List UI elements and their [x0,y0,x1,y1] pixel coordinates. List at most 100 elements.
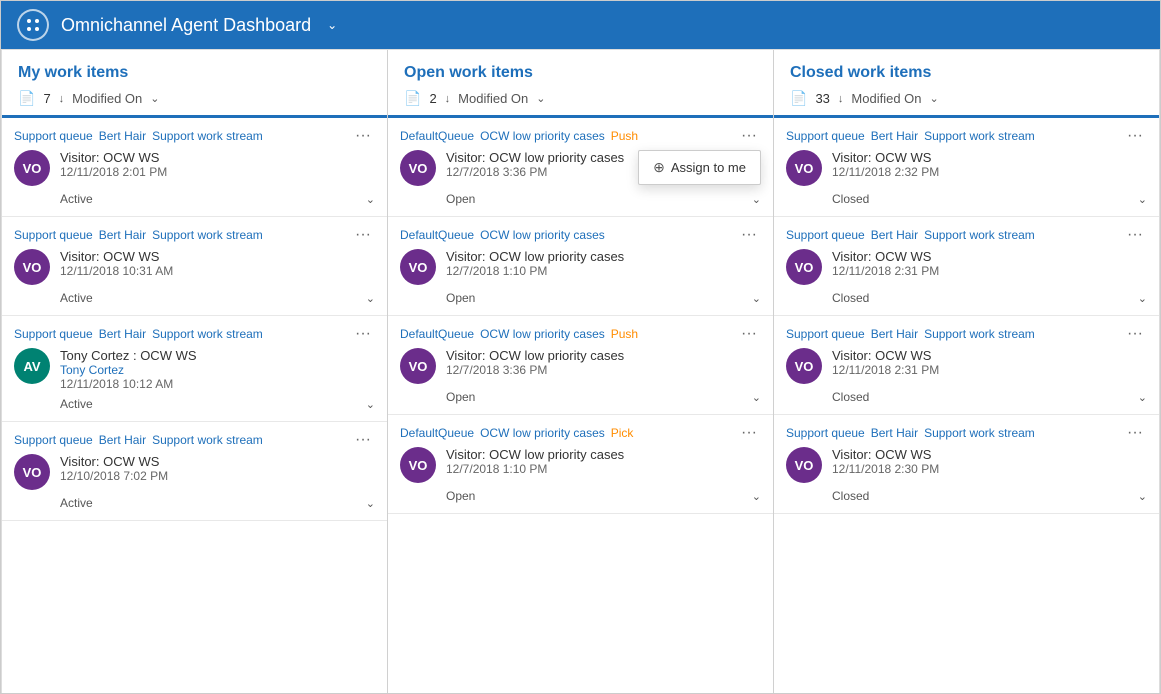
tag-support-queue[interactable]: Support queue [786,228,865,242]
tag-support-queue[interactable]: Support queue [14,433,93,447]
tag-ocw-low-priority-cases[interactable]: OCW low priority cases [480,327,605,341]
tag-defaultqueue[interactable]: DefaultQueue [400,228,474,242]
filter-icon: 📄 [404,90,421,107]
tag-bert-hair[interactable]: Bert Hair [99,433,146,447]
assign-to-me-button[interactable]: ⊕Assign to me [639,151,760,184]
expand-button-mw1[interactable]: ⌄ [366,193,375,206]
item-title-cw4: Visitor: OCW WS [832,447,1147,462]
column-header-my-work: My work items 📄 7 ↓ Modified On ⌄ [2,50,387,118]
item-title-mw4: Visitor: OCW WS [60,454,375,469]
item-tags-cw4: Support queue Bert Hair Support work strea… [786,425,1147,441]
work-item-ow3: DefaultQueueOCW low priority casesPush··… [388,316,773,415]
sort-arrow-icon[interactable]: ↓ [59,93,65,105]
item-status-mw1: Active [60,192,93,206]
item-date-ow4: 12/7/2018 1:10 PM [446,462,761,476]
expand-button-ow1[interactable]: ⌄ [752,193,761,206]
tag-bert-hair[interactable]: Bert Hair [99,228,146,242]
item-status-mw2: Active [60,291,93,305]
context-menu-ow1: ⊕Assign to me [638,150,761,185]
expand-button-cw1[interactable]: ⌄ [1138,193,1147,206]
more-options-button-cw3[interactable]: ··· [1123,326,1147,342]
tag-bert-hair[interactable]: Bert Hair [99,327,146,341]
item-title-ow4: Visitor: OCW low priority cases [446,447,761,462]
tag-support-queue[interactable]: Support queue [14,327,93,341]
more-options-button-ow3[interactable]: ··· [737,326,761,342]
expand-button-mw2[interactable]: ⌄ [366,292,375,305]
tag-support-work-stream[interactable]: Support work stream [152,228,263,242]
filter-icon: 📄 [18,90,35,107]
item-status-ow2: Open [446,291,475,305]
column-my-work: My work items 📄 7 ↓ Modified On ⌄ Suppor… [2,50,388,694]
expand-button-ow3[interactable]: ⌄ [752,391,761,404]
tag-defaultqueue[interactable]: DefaultQueue [400,129,474,143]
item-tags-mw2: Support queue Bert Hair Support work strea… [14,227,375,243]
tag-support-work-stream[interactable]: Support work stream [152,433,263,447]
tag-bert-hair[interactable]: Bert Hair [871,129,918,143]
more-options-button-cw1[interactable]: ··· [1123,128,1147,144]
item-date-mw4: 12/10/2018 7:02 PM [60,469,375,483]
tag-ocw-low-priority-cases[interactable]: OCW low priority cases [480,129,605,143]
work-item-cw3: Support queue Bert Hair Support work strea… [774,316,1159,415]
tag-defaultqueue[interactable]: DefaultQueue [400,327,474,341]
tag-ocw-low-priority-cases[interactable]: OCW low priority cases [480,228,605,242]
tag-support-queue[interactable]: Support queue [786,327,865,341]
more-options-button-ow1[interactable]: ··· [737,128,761,144]
more-options-button-ow2[interactable]: ··· [737,227,761,243]
tag-support-queue[interactable]: Support queue [786,426,865,440]
tag-support-queue[interactable]: Support queue [14,129,93,143]
item-status-ow4: Open [446,489,475,503]
item-date-ow2: 12/7/2018 1:10 PM [446,264,761,278]
sort-chevron-icon[interactable]: ⌄ [930,92,939,105]
item-date-ow3: 12/7/2018 3:36 PM [446,363,761,377]
tag-ocw-low-priority-cases[interactable]: OCW low priority cases [480,426,605,440]
tag-support-work-stream[interactable]: Support work stream [152,327,263,341]
expand-button-mw4[interactable]: ⌄ [366,497,375,510]
tag-support-work-stream[interactable]: Support work stream [924,327,1035,341]
expand-button-cw4[interactable]: ⌄ [1138,490,1147,503]
work-item-ow4: DefaultQueueOCW low priority casesPick··… [388,415,773,514]
tag-support-work-stream[interactable]: Support work stream [924,426,1035,440]
tag-support-work-stream[interactable]: Support work stream [924,228,1035,242]
item-title-ow3: Visitor: OCW low priority cases [446,348,761,363]
tag-defaultqueue[interactable]: DefaultQueue [400,426,474,440]
header-chevron-icon[interactable]: ⌄ [327,18,337,32]
more-options-button-ow4[interactable]: ··· [737,425,761,441]
item-tags-ow3: DefaultQueueOCW low priority casesPush··… [400,326,761,342]
tag-bert-hair[interactable]: Bert Hair [871,228,918,242]
column-closed-work: Closed work items 📄 33 ↓ Modified On ⌄ S… [774,50,1159,694]
sort-arrow-icon[interactable]: ↓ [445,93,451,105]
item-title-ow2: Visitor: OCW low priority cases [446,249,761,264]
tag-support-queue[interactable]: Support queue [14,228,93,242]
more-options-button-mw2[interactable]: ··· [351,227,375,243]
tag-support-work-stream[interactable]: Support work stream [924,129,1035,143]
sort-chevron-icon[interactable]: ⌄ [150,92,159,105]
more-options-button-cw4[interactable]: ··· [1123,425,1147,441]
tag-bert-hair[interactable]: Bert Hair [99,129,146,143]
expand-button-cw3[interactable]: ⌄ [1138,391,1147,404]
item-date-mw1: 12/11/2018 2:01 PM [60,165,375,179]
sort-arrow-icon[interactable]: ↓ [838,93,844,105]
work-item-mw1: Support queue Bert Hair Support work strea… [2,118,387,217]
work-item-cw4: Support queue Bert Hair Support work strea… [774,415,1159,514]
tag-bert-hair[interactable]: Bert Hair [871,426,918,440]
more-options-button-mw4[interactable]: ··· [351,432,375,448]
sort-chevron-icon[interactable]: ⌄ [536,92,545,105]
tag-support-queue[interactable]: Support queue [786,129,865,143]
more-options-button-mw3[interactable]: ··· [351,326,375,342]
tag-support-work-stream[interactable]: Support work stream [152,129,263,143]
expand-button-ow2[interactable]: ⌄ [752,292,761,305]
more-options-button-cw2[interactable]: ··· [1123,227,1147,243]
avatar-mw1: VO [14,150,50,186]
avatar-cw2: VO [786,249,822,285]
tag-bert-hair[interactable]: Bert Hair [871,327,918,341]
item-title-mw1: Visitor: OCW WS [60,150,375,165]
expand-button-ow4[interactable]: ⌄ [752,490,761,503]
item-status-cw4: Closed [832,489,869,503]
item-subtitle-mw3[interactable]: Tony Cortez [60,363,375,377]
item-tags-ow2: DefaultQueue OCW low priority cases ··· [400,227,761,243]
expand-button-mw3[interactable]: ⌄ [366,398,375,411]
avatar-mw3: AV [14,348,50,384]
expand-button-cw2[interactable]: ⌄ [1138,292,1147,305]
item-tags-ow1: DefaultQueueOCW low priority casesPush··… [400,128,761,144]
more-options-button-mw1[interactable]: ··· [351,128,375,144]
